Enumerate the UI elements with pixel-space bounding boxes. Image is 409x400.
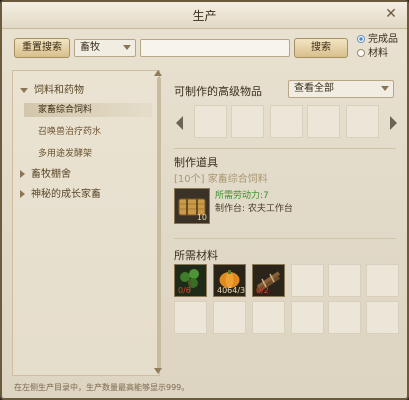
craftable-slot[interactable] (194, 105, 227, 138)
filter-select-value: 查看全部 (294, 83, 334, 94)
close-icon[interactable]: ✕ (383, 6, 399, 22)
material-slot-wood[interactable]: 0/2 (252, 264, 285, 297)
tree-group-feed-medicine[interactable]: 饲料和药物 (20, 84, 84, 98)
tree-item-pet-healing-potion[interactable]: 召唤兽治疗药水 (38, 125, 101, 139)
tree-group-mystic-livestock[interactable]: 神秘的成长家畜 (20, 188, 101, 202)
tree-group-livestock-shed[interactable]: 畜牧棚舍 (20, 168, 71, 182)
material-slot-herb[interactable]: 0/6 (174, 264, 207, 297)
tree-group-label: 神秘的成长家畜 (31, 189, 101, 200)
tree-item-label: 多用途发酵架 (38, 149, 93, 159)
radio-off-icon (357, 49, 365, 57)
material-slot-empty (291, 301, 324, 334)
material-slot-pumpkin[interactable]: 4064/3 (213, 264, 246, 297)
tree-item-livestock-feed[interactable]: 家畜综合饲料 (24, 103, 152, 117)
radio-label-material: 材料 (368, 48, 388, 59)
craft-tool-label: 制作道具 (174, 156, 218, 169)
expand-down-icon (20, 87, 28, 93)
chevron-right-icon[interactable] (390, 116, 397, 130)
craftable-slot[interactable] (346, 105, 379, 138)
section-divider (174, 238, 396, 239)
tree-item-label: 家畜综合饲料 (38, 105, 93, 115)
material-slot-empty (366, 301, 399, 334)
filter-select[interactable]: 查看全部 (288, 80, 394, 98)
craftable-slot[interactable] (270, 105, 303, 138)
craftable-slot[interactable] (307, 105, 340, 138)
tree-group-label: 畜牧棚舍 (31, 169, 71, 180)
craft-item-count: 10 (196, 213, 207, 222)
tree-item-label: 召唤兽治疗药水 (38, 127, 102, 137)
tree-item-fermentation-rack[interactable]: 多用途发酵架 (38, 147, 92, 161)
search-input[interactable] (140, 39, 290, 57)
craftable-label: 可制作的高级物品 (174, 85, 262, 98)
materials-label: 所需材料 (174, 249, 218, 262)
material-slot-empty (252, 301, 285, 334)
chevron-down-icon (381, 86, 389, 91)
craftable-slot[interactable] (231, 105, 264, 138)
section-divider (174, 148, 396, 149)
chevron-down-icon (123, 45, 131, 50)
scroll-down-arrow-icon[interactable] (154, 368, 162, 374)
window-title: 生产 (192, 9, 217, 23)
crafting-station: 制作台: 农夫工作台 (215, 204, 293, 214)
radio-label-finished: 完成品 (368, 34, 398, 45)
material-qty: 0/2 (256, 286, 269, 295)
craft-item-name: [10个] 家畜综合饲料 (174, 174, 268, 185)
category-select[interactable]: 畜牧 (74, 39, 136, 57)
radio-on-icon (357, 35, 365, 43)
material-slot-empty (291, 264, 324, 297)
material-slot-empty (174, 301, 207, 334)
scroll-up-arrow-icon[interactable] (154, 70, 162, 76)
radio-material[interactable]: 材料 (357, 48, 388, 60)
production-window: 生产 ✕ 重置搜索 畜牧 搜索 完成品 材料 饲料和药物 家畜综合饲料 召唤兽治… (0, 0, 409, 400)
expand-right-icon (20, 170, 25, 178)
material-slot-empty (328, 264, 361, 297)
material-slot-empty (213, 301, 246, 334)
reset-search-button[interactable]: 重置搜索 (14, 38, 70, 58)
search-toolbar: 重置搜索 畜牧 搜索 完成品 材料 (2, 28, 407, 64)
category-select-value: 畜牧 (80, 42, 100, 53)
craft-item-slot[interactable]: 10 (174, 188, 210, 224)
tree-group-label: 饲料和药物 (34, 85, 84, 96)
material-slot-empty (366, 264, 399, 297)
search-button[interactable]: 搜索 (294, 38, 348, 58)
labor-required: 所需劳动力:7 (215, 191, 269, 201)
chevron-left-icon[interactable] (176, 116, 183, 130)
tree-scrollbar[interactable] (157, 77, 161, 369)
footer-note: 在左侧生产目录中，生产数量最高能够显示999。 (14, 383, 190, 392)
expand-right-icon (20, 190, 25, 198)
material-qty: 0/6 (178, 286, 191, 295)
radio-finished-product[interactable]: 完成品 (357, 34, 398, 46)
material-qty: 4064/3 (217, 286, 246, 295)
material-slot-empty (328, 301, 361, 334)
title-bar[interactable]: 生产 ✕ (2, 2, 407, 29)
